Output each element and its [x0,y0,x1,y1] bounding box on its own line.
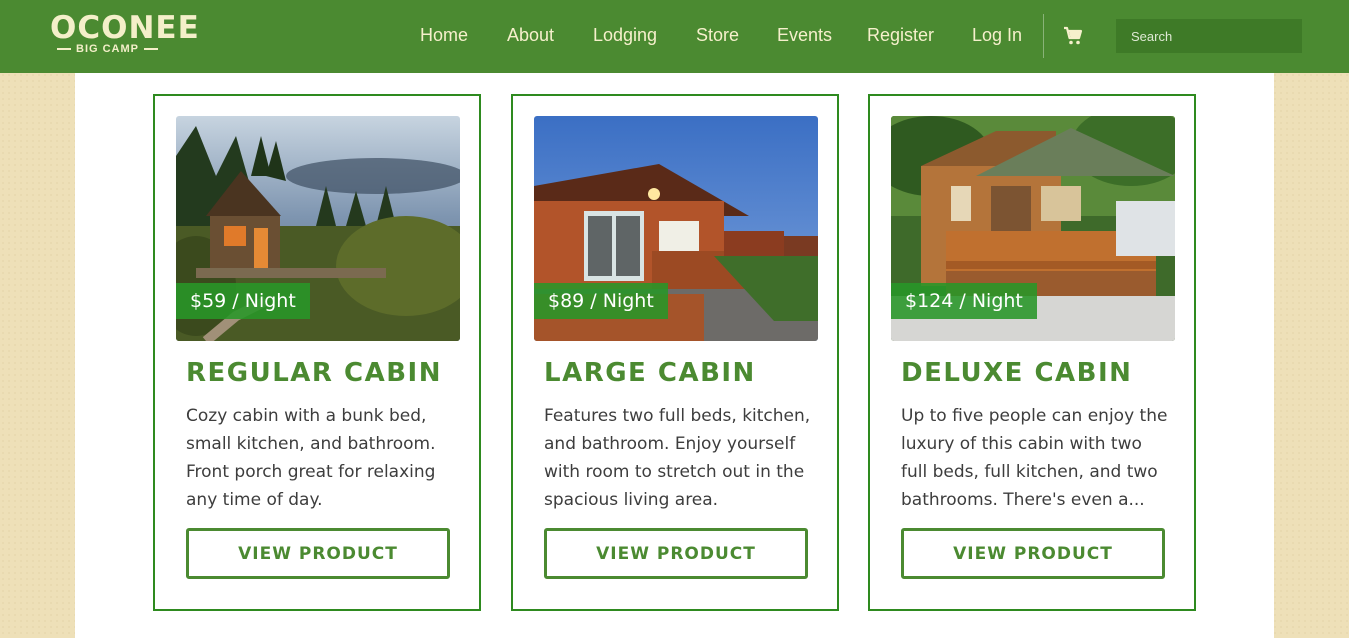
product-title[interactable]: REGULAR CABIN [186,358,442,388]
product-card-large: $89 / Night LARGE CABIN Features two ful… [511,94,839,611]
product-photo-deluxe-cabin[interactable]: $124 / Night [891,116,1175,341]
product-title[interactable]: LARGE CABIN [544,358,756,388]
product-photo-large-cabin[interactable]: $89 / Night [534,116,818,341]
nav-home[interactable]: Home [420,25,468,46]
product-card-regular: $59 / Night REGULAR CABIN Cozy cabin wit… [153,94,481,611]
shopping-cart-icon[interactable] [1063,26,1083,46]
product-title[interactable]: DELUXE CABIN [901,358,1132,388]
search-input[interactable] [1116,19,1302,53]
price-badge: $124 / Night [891,283,1037,319]
nav-register[interactable]: Register [867,25,934,46]
price-badge: $89 / Night [534,283,668,319]
view-product-button[interactable]: VIEW PRODUCT [186,528,450,579]
nav-about[interactable]: About [507,25,554,46]
nav-login[interactable]: Log In [972,25,1022,46]
nav-lodging[interactable]: Lodging [593,25,657,46]
nav-divider [1043,14,1044,58]
nav-store[interactable]: Store [696,25,739,46]
nav-events[interactable]: Events [777,25,832,46]
product-card-deluxe: $124 / Night DELUXE CABIN Up to five peo… [868,94,1196,611]
view-product-button[interactable]: VIEW PRODUCT [544,528,808,579]
product-description: Up to five people can enjoy the luxury o… [901,406,1168,510]
site-header: OCONEE BIG CAMP Home About Lodging Store… [0,0,1349,73]
view-product-button[interactable]: VIEW PRODUCT [901,528,1165,579]
product-description: Cozy cabin with a bunk bed, small kitche… [186,406,436,510]
logo-name: OCONEE [50,10,200,46]
site-logo[interactable]: OCONEE BIG CAMP [50,10,200,60]
price-badge: $59 / Night [176,283,310,319]
product-description: Features two full beds, kitchen, and bat… [544,406,811,510]
product-photo-regular-cabin[interactable]: $59 / Night [176,116,460,341]
